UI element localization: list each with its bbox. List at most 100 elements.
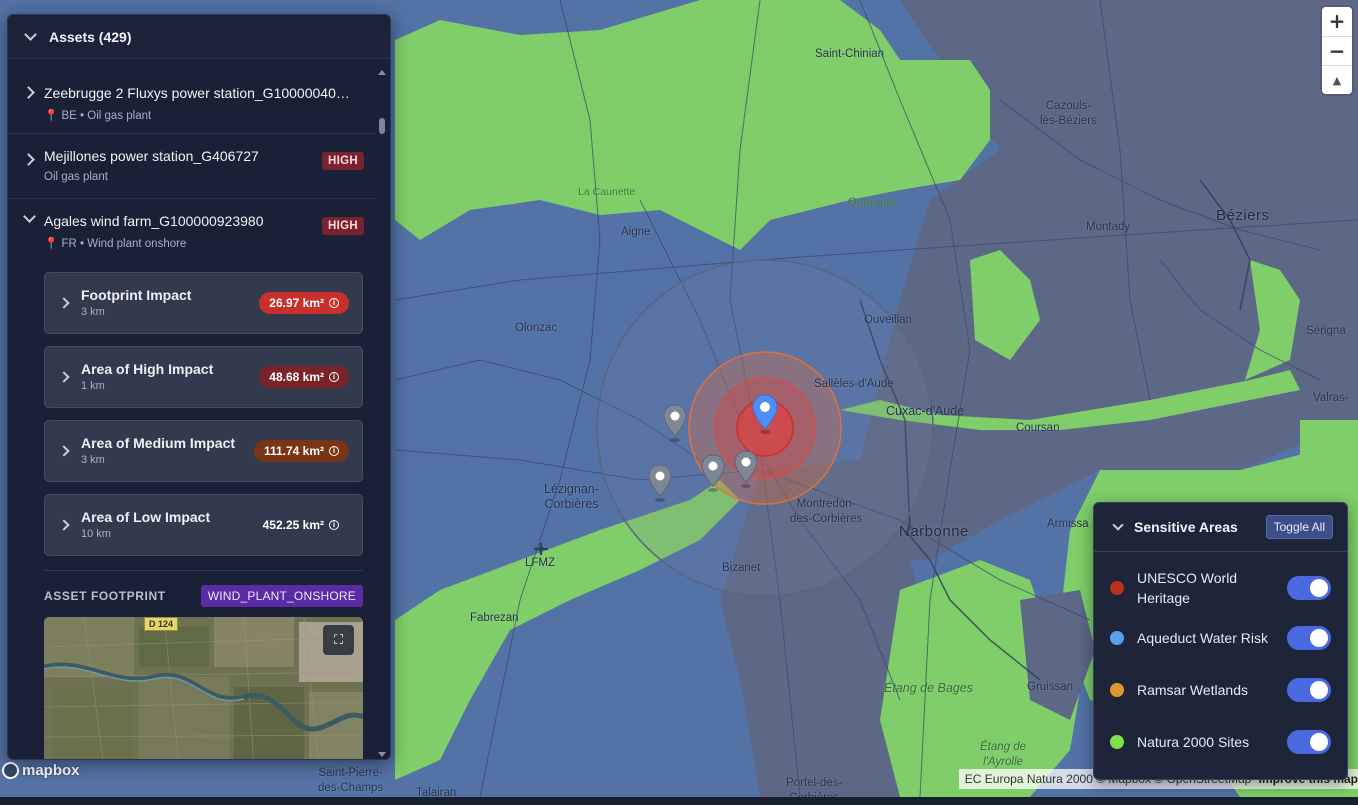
chevron-right-icon (58, 371, 70, 383)
place-label: Armissa (1047, 518, 1089, 530)
asset-marker-icon[interactable] (733, 450, 759, 490)
layer-toggle-switch[interactable] (1287, 626, 1331, 650)
place-label: Talairan (416, 787, 457, 797)
sensitive-areas-title: Sensitive Areas (1134, 519, 1238, 535)
impact-value-pill: 452.25 km² i (252, 514, 349, 536)
assets-scrollbar[interactable] (377, 68, 387, 759)
layer-label: Aqueduct Water Risk (1137, 630, 1268, 646)
chevron-right-icon (22, 153, 35, 166)
chevron-down-icon (24, 28, 37, 41)
place-label: Montady (1086, 221, 1131, 233)
impact-value: 48.68 km² (269, 370, 324, 384)
place-label: Sallèles-d'Aude (814, 378, 894, 390)
layer-row-aqueduct[interactable]: Aqueduct Water Risk (1094, 612, 1347, 664)
footprint-label: ASSET FOOTPRINT (44, 589, 166, 603)
mapbox-logo[interactable]: mapbox (2, 762, 80, 779)
compass-button[interactable]: ▲ (1322, 65, 1352, 94)
zoom-in-button[interactable]: + (1322, 7, 1352, 36)
place-label: Olonzac (515, 322, 558, 334)
layer-label: UNESCO World Heritage (1137, 570, 1238, 606)
layer-row-unesco[interactable]: UNESCO World Heritage (1094, 564, 1347, 612)
mapbox-logo-text: mapbox (22, 762, 80, 779)
impact-value-pill: 26.97 km² i (259, 292, 349, 314)
asset-type-tag: WIND_PLANT_ONSHORE (200, 585, 363, 607)
zoom-out-button[interactable]: − (1322, 36, 1352, 65)
place-label: Quarante (848, 197, 896, 209)
impact-value-pill: 48.68 km² i (259, 366, 349, 388)
expand-icon[interactable]: ⛶ (323, 625, 354, 655)
impact-value: 111.74 km² (263, 444, 324, 458)
place-label: Béziers (1216, 207, 1270, 224)
impact-card-high[interactable]: Area of High Impact 1 km 48.68 km² i (44, 346, 363, 408)
scroll-down-icon[interactable] (378, 752, 386, 757)
place-label: Saint-Pierre- des-Champs (318, 767, 384, 794)
layer-toggle-switch[interactable] (1287, 678, 1331, 702)
map-zoom-controls: + − ▲ (1322, 7, 1352, 94)
sensitive-areas-header[interactable]: Sensitive Areas Toggle All (1094, 503, 1347, 552)
impact-card-footprint[interactable]: Footprint Impact 3 km 26.97 km² i (44, 272, 363, 334)
info-icon[interactable]: i (329, 372, 339, 382)
impact-card-medium[interactable]: Area of Medium Impact 3 km 111.74 km² i (44, 420, 363, 482)
asset-item-expanded[interactable]: Agales wind farm_G100000923980 📍 FR • Wi… (8, 199, 376, 250)
info-icon[interactable]: i (329, 520, 339, 530)
footprint-satellite-image[interactable]: D 124 ⛶ (44, 617, 363, 759)
bottom-bar (0, 797, 1358, 805)
scroll-up-icon[interactable] (378, 70, 386, 75)
layer-toggle-switch[interactable] (1287, 576, 1331, 600)
selected-asset-marker-icon[interactable] (751, 394, 779, 436)
layer-toggle-switch[interactable] (1287, 730, 1331, 754)
toggle-all-button[interactable]: Toggle All (1265, 515, 1333, 539)
asset-meta: Oil gas plant (44, 171, 108, 183)
place-label: Étang de l'Ayrolle (980, 741, 1027, 768)
asset-item[interactable]: Zeebrugge 2 Fluxys power station_G100000… (8, 68, 376, 134)
chevron-down-icon (1112, 519, 1124, 531)
place-label: Cazouls- lès-Béziers (1040, 100, 1097, 127)
place-label: Cuxac-d'Aude (886, 404, 965, 418)
asset-meta: 📍 FR • Wind plant onshore (44, 238, 187, 250)
asset-marker-icon[interactable] (700, 454, 726, 494)
switch-knob (1310, 579, 1328, 597)
layer-label: Ramsar Wetlands (1137, 682, 1249, 698)
risk-badge: HIGH (322, 152, 364, 170)
asset-item[interactable]: Mejillones power station_G406727 Oil gas… (8, 134, 376, 199)
info-icon[interactable]: i (329, 446, 339, 456)
impact-card-low[interactable]: Area of Low Impact 10 km 452.25 km² i (44, 494, 363, 556)
place-label: Valras- (1313, 392, 1349, 404)
switch-knob (1310, 733, 1328, 751)
asset-name: Zeebrugge 2 Fluxys power station_G100000… (44, 85, 350, 101)
asset-marker-icon[interactable] (647, 464, 673, 504)
place-label: Narbonne (899, 523, 969, 540)
impact-value-pill: 111.74 km² i (253, 440, 349, 462)
place-label: Portel-des- Corbières (786, 777, 843, 797)
place-label: Montredon- des-Corbières (790, 498, 863, 525)
switch-knob (1310, 681, 1328, 699)
asset-footprint-section: ASSET FOOTPRINT WIND_PLANT_ONSHORE D 124… (44, 570, 363, 759)
place-label: Lézignan- Corbières (544, 482, 599, 511)
place-label: Aigne (621, 226, 651, 238)
layer-label: Natura 2000 Sites (1137, 734, 1250, 750)
assets-list[interactable]: Zeebrugge 2 Fluxys power station_G100000… (8, 68, 376, 759)
place-label: Gruissan (1027, 681, 1074, 693)
layer-color-dot (1110, 631, 1124, 645)
impact-value: 452.25 km² (262, 518, 324, 532)
asset-name: Mejillones power station_G406727 (44, 148, 259, 164)
layer-row-natura[interactable]: Natura 2000 Sites (1094, 716, 1347, 768)
switch-knob (1310, 629, 1328, 647)
asset-name: Agales wind farm_G100000923980 (44, 213, 264, 229)
layer-color-dot (1110, 735, 1124, 749)
place-label: Coursan (1016, 422, 1060, 434)
info-icon[interactable]: i (329, 298, 339, 308)
assets-header[interactable]: Assets (429) (8, 15, 390, 59)
asset-marker-icon[interactable] (662, 404, 688, 444)
chevron-right-icon (58, 297, 70, 309)
satellite-imagery (44, 617, 363, 759)
place-label: Bizanet (722, 562, 761, 574)
place-label: Ouveillan (864, 314, 912, 326)
place-label: Sérigna (1306, 325, 1346, 337)
chevron-right-icon (58, 519, 70, 531)
scrollbar-thumb[interactable] (379, 118, 385, 134)
layer-row-ramsar[interactable]: Ramsar Wetlands (1094, 664, 1347, 716)
place-label: Fabrezan (470, 612, 519, 624)
sensitive-areas-panel: Sensitive Areas Toggle All UNESCO World … (1093, 502, 1348, 780)
